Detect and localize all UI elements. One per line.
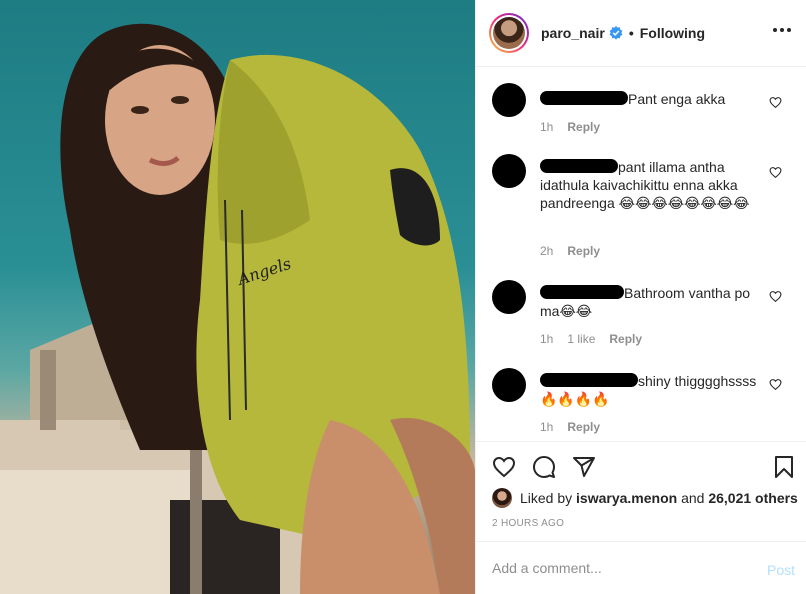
post-timestamp[interactable]: 2 HOURS AGO [492,518,564,529]
likes-joiner: and [681,490,705,506]
comments-list[interactable]: Pant enga akka 1h Reply pant illama anth… [476,68,806,441]
comment-time[interactable]: 1h [540,420,553,434]
comment-meta: 1h 1 like Reply [540,332,642,346]
comment-time[interactable]: 1h [540,332,553,346]
commenter-avatar[interactable] [492,83,526,117]
reply-button[interactable]: Reply [567,420,600,434]
comment-text: Pant enga akka [628,91,726,107]
bookmark-icon[interactable] [772,455,796,479]
likes-count[interactable]: 26,021 others [708,490,798,506]
redacted-username [540,91,628,105]
comment-body: shiny thigggghssss 🔥🔥🔥🔥 [540,372,766,408]
post-photo-illustration: Angels [0,23,475,594]
reply-button[interactable]: Reply [567,120,600,134]
redacted-username [540,285,624,299]
liker-username[interactable]: iswarya.menon [576,490,677,506]
post-header: paro_nair • Following [476,0,806,67]
commenter-avatar[interactable] [492,280,526,314]
redacted-username [540,159,618,173]
comment-like-heart-icon[interactable] [769,290,782,303]
author-avatar[interactable] [489,13,529,53]
comment-time[interactable]: 2h [540,244,553,258]
share-icon[interactable] [572,455,596,479]
reply-button[interactable]: Reply [567,244,600,258]
post-actions-bar [476,441,806,489]
add-comment-section: Post [476,541,806,594]
following-button[interactable]: Following [640,25,705,41]
comment-like-heart-icon[interactable] [769,96,782,109]
post-photo[interactable]: Angels [0,0,475,594]
comment-time[interactable]: 1h [540,120,553,134]
reply-button[interactable]: Reply [609,332,642,346]
post-side-panel: paro_nair • Following Pant enga akka 1h … [475,0,806,594]
header-separator: • [628,25,634,41]
more-options-icon[interactable] [773,28,791,32]
comment-icon[interactable] [532,455,556,479]
verified-badge-icon [609,26,623,40]
add-comment-input[interactable] [492,560,742,576]
comment-like-heart-icon[interactable] [769,378,782,391]
commenter-avatar[interactable] [492,154,526,188]
heart-icon[interactable] [492,455,516,479]
redacted-username [540,373,638,387]
comment-body: pant illama antha idathula kaivachikittu… [540,158,766,212]
likes-summary: Liked by iswarya.menon and 26,021 others [492,488,798,508]
likes-prefix: Liked by [520,490,573,506]
liker-avatar[interactable] [492,488,512,508]
comment-meta: 2h Reply [540,244,600,258]
comment-meta: 1h Reply [540,120,600,134]
comment-body: Bathroom vantha po ma😂😂 [540,284,766,320]
commenter-avatar[interactable] [492,368,526,402]
comment-body: Pant enga akka [540,90,766,108]
comment-like-count[interactable]: 1 like [567,332,595,346]
comment-like-heart-icon[interactable] [769,166,782,179]
comment-meta: 1h Reply [540,420,600,434]
author-username[interactable]: paro_nair [541,25,605,41]
post-comment-button[interactable]: Post [767,562,795,578]
